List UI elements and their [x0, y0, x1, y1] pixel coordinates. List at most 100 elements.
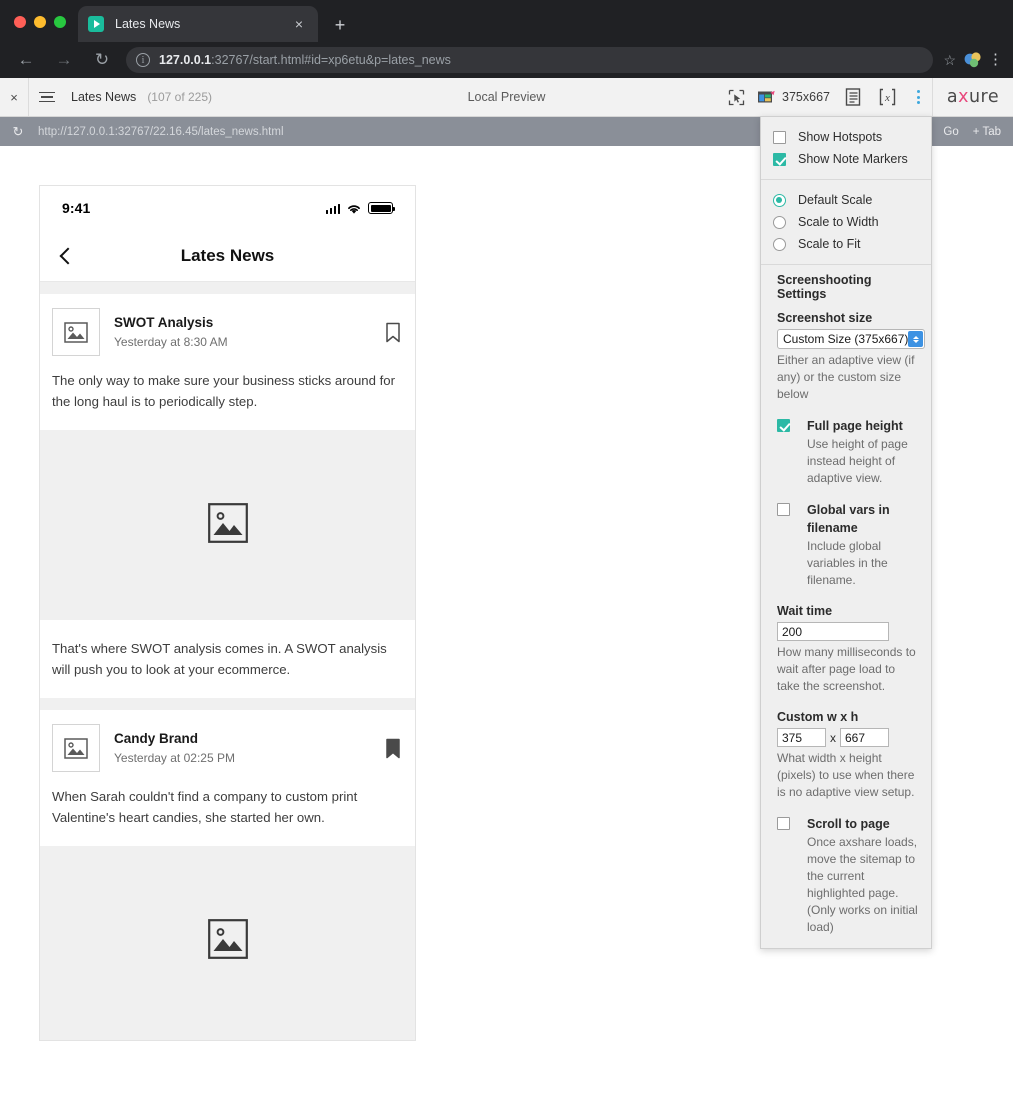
wait-time-input[interactable]: 200	[777, 622, 889, 641]
cellular-signal-icon	[325, 203, 340, 214]
go-button[interactable]: Go	[943, 126, 958, 138]
svg-text:x: x	[884, 92, 890, 104]
chrome-menu-icon[interactable]: ⋮	[988, 52, 1003, 66]
reload-icon[interactable]: ↻	[86, 44, 118, 76]
scroll-to-page-option[interactable]: Scroll to page Once axshare loads, move …	[777, 815, 921, 936]
close-window-button[interactable]	[14, 16, 26, 28]
full-page-height-checkbox[interactable]	[777, 419, 790, 432]
card-media	[40, 430, 415, 620]
scale-to-width-radio[interactable]	[773, 215, 786, 229]
site-info-icon[interactable]: i	[136, 53, 150, 67]
custom-width-input[interactable]: 375	[777, 728, 826, 747]
news-feed: SWOT Analysis Yesterday at 8:30 AM The o…	[40, 282, 415, 1036]
sitemap-toggle-icon[interactable]	[29, 78, 65, 116]
new-tab-button[interactable]: +	[328, 13, 352, 37]
menu-item-show-hotspots[interactable]: Show Hotspots	[761, 126, 931, 148]
new-tab-button-preview[interactable]: + Tab	[973, 126, 1001, 138]
url-text: 127.0.0.1:32767/start.html#id=xp6etu&p=l…	[159, 53, 451, 67]
default-scale-label: Default Scale	[798, 193, 873, 207]
adaptive-view-button[interactable]: 375x667	[753, 78, 836, 116]
image-placeholder-icon	[207, 918, 248, 964]
axure-logo[interactable]: axure	[932, 78, 1013, 116]
global-vars-body: Global vars in filename Include global v…	[807, 501, 921, 589]
screenshot-size-value: Custom Size (375x667)	[783, 332, 909, 346]
full-page-height-desc: Use height of page instead height of ada…	[807, 437, 908, 485]
battery-icon	[368, 202, 396, 214]
scroll-to-page-desc: Once axshare loads, move the sitemap to …	[807, 835, 918, 934]
logo-ure: ure	[968, 87, 1000, 107]
card-media	[40, 846, 415, 1036]
news-card[interactable]: SWOT Analysis Yesterday at 8:30 AM The o…	[40, 294, 415, 430]
menu-item-default-scale[interactable]: Default Scale	[761, 189, 931, 211]
bookmark-filled-icon[interactable]	[385, 738, 401, 759]
refresh-icon[interactable]: ↻	[0, 117, 36, 146]
url-host: 127.0.0.1	[159, 53, 212, 67]
card-meta: SWOT Analysis Yesterday at 8:30 AM	[114, 315, 385, 349]
forward-icon[interactable]: →	[48, 44, 80, 76]
image-placeholder-icon	[52, 308, 100, 356]
show-hotspots-label: Show Hotspots	[798, 130, 883, 144]
extensions-icon[interactable]	[962, 49, 984, 71]
image-placeholder-icon	[207, 502, 248, 548]
maximize-window-button[interactable]	[54, 16, 66, 28]
card-title: SWOT Analysis	[114, 315, 214, 330]
close-toolbar-button[interactable]: ×	[0, 78, 28, 116]
menu-item-scale-to-width[interactable]: Scale to Width	[761, 211, 931, 233]
chevron-updown-icon[interactable]	[908, 331, 923, 347]
wait-time-block: Wait time 200 How many milliseconds to w…	[777, 604, 921, 695]
preview-url-text[interactable]: http://127.0.0.1:32767/22.16.45/lates_ne…	[38, 126, 284, 138]
play-icon	[88, 16, 104, 32]
hotspot-cursor-icon[interactable]	[719, 78, 753, 116]
news-card[interactable]: Candy Brand Yesterday at 02:25 PM When S…	[40, 710, 415, 846]
minimize-window-button[interactable]	[34, 16, 46, 28]
notes-icon[interactable]	[836, 78, 870, 116]
show-hotspots-checkbox[interactable]	[773, 130, 786, 144]
show-note-markers-label: Show Note Markers	[798, 152, 908, 166]
page-count-label: (107 of 225)	[147, 90, 213, 104]
screenshot-size-label: Screenshot size	[777, 311, 873, 325]
card-body: When Sarah couldn't find a company to cu…	[52, 789, 358, 825]
scale-to-width-label: Scale to Width	[798, 215, 879, 229]
preview-actions: Go + Tab	[943, 126, 1013, 138]
url-path: :32767/start.html#id=xp6etu&p=lates_news	[211, 53, 451, 67]
menu-item-scale-to-fit[interactable]: Scale to Fit	[761, 233, 931, 255]
browser-tab[interactable]: Lates News ×	[78, 6, 318, 42]
screenshot-size-select[interactable]: Custom Size (375x667)	[777, 329, 925, 349]
news-card[interactable]: That's where SWOT analysis comes in. A S…	[40, 620, 415, 698]
bookmark-outline-icon[interactable]	[385, 322, 401, 343]
feed-gap	[40, 282, 415, 294]
global-vars-checkbox[interactable]	[777, 503, 790, 516]
default-scale-radio[interactable]	[773, 193, 786, 207]
plus-icon: +	[972, 125, 980, 138]
status-time: 9:41	[62, 200, 91, 216]
back-icon[interactable]: ←	[10, 44, 42, 76]
phone-nav-header: Lates News	[40, 230, 415, 282]
close-icon[interactable]: ×	[290, 15, 308, 33]
status-indicators	[325, 202, 396, 214]
scroll-to-page-label: Scroll to page	[807, 817, 890, 831]
card-meta: Candy Brand Yesterday at 02:25 PM	[114, 731, 385, 765]
wifi-icon	[346, 202, 362, 214]
scale-to-fit-radio[interactable]	[773, 237, 786, 251]
address-bar[interactable]: i 127.0.0.1:32767/start.html#id=xp6etu&p…	[126, 47, 934, 73]
full-page-height-option[interactable]: Full page height Use height of page inst…	[777, 417, 921, 487]
custom-wh-label: Custom w x h	[777, 710, 859, 724]
screenshot-size-help: Either an adaptive view (if any) or the …	[777, 353, 915, 401]
settings-heading: Screenshooting Settings	[777, 273, 872, 301]
show-note-markers-checkbox[interactable]	[773, 152, 786, 166]
scroll-to-page-body: Scroll to page Once axshare loads, move …	[807, 815, 921, 936]
menu-item-show-note-markers[interactable]: Show Note Markers	[761, 148, 931, 170]
custom-height-input[interactable]: 667	[840, 728, 889, 747]
card-header: Candy Brand Yesterday at 02:25 PM	[40, 710, 415, 782]
bookmark-star-icon[interactable]: ☆	[943, 52, 956, 69]
card-header: SWOT Analysis Yesterday at 8:30 AM	[40, 294, 415, 366]
scroll-to-page-checkbox[interactable]	[777, 817, 790, 830]
preview-options-dropdown: Show Hotspots Show Note Markers Default …	[760, 116, 932, 949]
global-vars-label: Global vars in filename	[807, 503, 890, 535]
custom-wh-separator: x	[830, 730, 836, 745]
card-title: Candy Brand	[114, 731, 199, 746]
full-page-height-label: Full page height	[807, 419, 903, 433]
overflow-kebab-icon[interactable]	[904, 78, 932, 116]
variables-icon[interactable]: x	[870, 78, 904, 116]
global-vars-option[interactable]: Global vars in filename Include global v…	[777, 501, 921, 589]
